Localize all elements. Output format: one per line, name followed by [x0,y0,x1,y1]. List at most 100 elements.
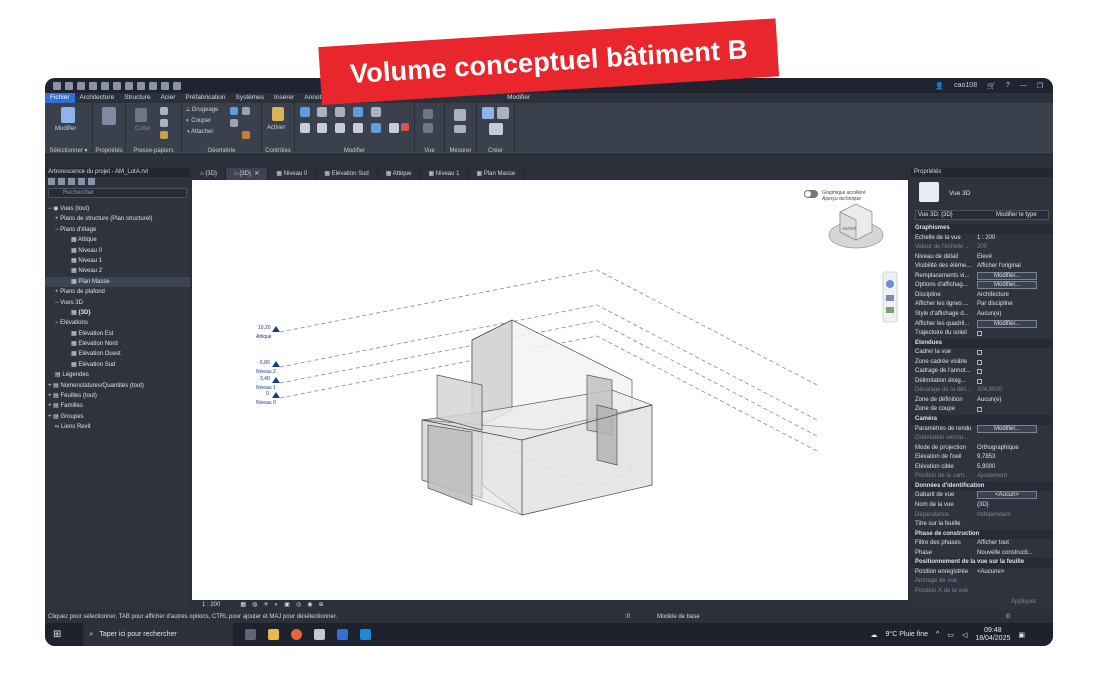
property-row[interactable]: Décalage de la déli... 304,8000 [911,386,1053,396]
level-marker[interactable]: 0 Niveau 0 [256,391,280,406]
property-row[interactable]: Gabarit de vue <Aucun> [911,491,1053,501]
tab-fichier[interactable]: Fichier [45,93,75,103]
tree-item[interactable]: ▦ Niveau 0 [45,246,190,256]
property-value[interactable]: Par discipline [977,300,1039,310]
lock-view-icon[interactable]: ⊕ [318,600,323,610]
tree-item[interactable]: ▦ Elévation Sud [45,360,190,370]
group-label[interactable]: Presse-papiers [126,148,181,154]
property-value[interactable]: 1 : 200 [977,234,1039,244]
zoom-extents-icon[interactable] [886,307,894,313]
paste-icon[interactable] [135,108,147,122]
property-row[interactable]: Phase Nouvelle constructi... [911,549,1053,559]
edit-button[interactable]: Modifier... [977,319,1037,328]
sun-path-icon[interactable]: ☀ [263,600,268,610]
3d-view-icon[interactable] [173,81,181,90]
mirror-icon[interactable] [335,107,345,117]
property-section[interactable]: Données d'identification [911,481,1053,492]
view-tab[interactable]: ▦ Niveau 1 [420,168,469,180]
property-row[interactable]: Afficher les quadril... Modifier... [911,319,1053,330]
match-icon[interactable] [160,131,168,139]
text-icon[interactable] [161,81,169,90]
tree-item[interactable]: ▦ Elévation Nord [45,339,190,349]
property-button[interactable]: Modifier... [977,281,1039,291]
type-selector[interactable]: Vue 3D [949,190,970,197]
clock[interactable]: 09:48 18/04/2025 [975,627,1010,643]
activate-button[interactable]: Activer [267,125,285,131]
crop-icon[interactable]: ▣ [284,600,290,610]
building-mass[interactable] [421,319,653,516]
property-row[interactable]: Elévation de l'oeil 9,7853 [911,453,1053,463]
property-row[interactable]: Paramètres de rendu Modifier... [911,424,1053,435]
property-section[interactable]: Graphismes [911,224,1053,234]
property-value[interactable]: Nouvelle constructi... [977,549,1039,559]
tree-item[interactable]: − Plans d'étage [45,225,190,235]
graphics-toggle[interactable]: Graphique accéléré Aperçu technique [804,190,866,202]
help-icon[interactable]: ? [1006,82,1010,89]
tree-item[interactable]: + Plans de structure (Plan structurel) [45,214,190,224]
level-marker[interactable]: 3,40 Niveau 1 [256,376,280,391]
checkbox[interactable] [977,359,982,365]
checkbox[interactable] [977,331,982,337]
checkbox[interactable] [977,407,982,413]
property-value[interactable]: 200 [977,243,1039,253]
tree-item[interactable]: ▦ Elévation Ouest [45,349,190,359]
property-value[interactable]: Elevé [977,253,1039,263]
property-value[interactable]: Aucun(e) [977,396,1039,406]
property-row[interactable]: Zone de définition Aucun(e) [911,396,1053,406]
mirror-draw-icon[interactable] [353,107,363,117]
3d-viewport[interactable]: 10,20 Attique 6,80 Niveau 2 3,40 Niveau … [192,180,908,600]
tree-item[interactable]: ▤ Légendes [45,370,190,380]
username[interactable]: cao108 [954,82,977,89]
weather-icon[interactable]: ☁ [871,631,878,639]
group-label[interactable]: Vue [415,148,444,154]
offset-icon[interactable] [317,107,327,117]
property-row[interactable]: Visibilité des éléme... Afficher l'origin… [911,262,1053,272]
copy-icon[interactable] [160,119,168,127]
join-icon[interactable] [230,107,238,115]
view-tab[interactable]: ▦ Niveau 0 [268,168,317,180]
property-row[interactable]: Zone cadrée visible [911,358,1053,368]
property-row[interactable]: Filtre des phases Afficher tout [911,539,1053,549]
visual-style-icon[interactable]: ◍ [252,600,257,610]
cut-icon[interactable] [160,107,168,115]
detail-level-icon[interactable]: ▦ [240,600,246,610]
browser-sheet-icon[interactable] [68,178,75,185]
property-row[interactable]: Remplacements vi... Modifier... [911,271,1053,282]
create-group-icon[interactable] [497,107,509,119]
property-row[interactable]: Cadrer la vue [911,348,1053,358]
network-icon[interactable]: ▭ [947,631,954,639]
tab-inserer[interactable]: Insérer [269,93,299,103]
notifications-icon[interactable]: ▣ [1018,631,1025,639]
split-face-icon[interactable] [242,107,250,115]
browser-home-icon[interactable] [48,178,55,185]
task-view-icon[interactable] [245,629,257,640]
attach-button[interactable]: ◑ Attacher [186,129,213,135]
reveal-hidden-icon[interactable]: ◉ [307,600,312,610]
firefox-icon[interactable] [291,629,303,640]
property-section[interactable]: Etendues [911,338,1053,349]
browser-link-icon[interactable] [88,178,95,185]
view-tab[interactable]: ▦ Attique [378,168,421,180]
view-tab[interactable]: ▦ Elévation Sud [316,168,378,180]
property-row[interactable]: Position de la cam... Ajustement [911,472,1053,482]
scale-icon[interactable] [389,123,399,133]
property-section[interactable]: Caméra [911,415,1053,425]
group-label[interactable]: Sélectionner ▾ [45,147,92,154]
weather-text[interactable]: 9°C Pluie fine [886,631,929,638]
tree-item[interactable]: ▦ Attique [45,235,190,245]
tree-item[interactable]: + ▤ Groupes [45,412,190,422]
properties-icon[interactable] [102,107,116,125]
redo-icon[interactable] [113,81,121,90]
cut-geometry-button[interactable]: ◐ Couper [186,118,211,124]
property-button[interactable]: <Aucun> [977,491,1039,501]
property-section[interactable]: Positionnement de la vue sur la feuille [911,558,1053,568]
taskbar-search[interactable]: ⌕ Taper ici pour rechercher [83,623,234,646]
print-icon[interactable] [125,81,133,90]
property-value[interactable]: Afficher l'original [977,262,1039,272]
level-marker[interactable]: 6,80 Niveau 2 [256,360,280,375]
measure-tool-icon[interactable] [454,109,466,121]
tree-item[interactable]: − Vues 3D [45,298,190,308]
property-value[interactable]: <Aucune> [977,568,1039,578]
view-tab[interactable]: ⌂ {3D} [192,168,226,180]
property-row[interactable]: Discipline Architecture [911,291,1053,301]
